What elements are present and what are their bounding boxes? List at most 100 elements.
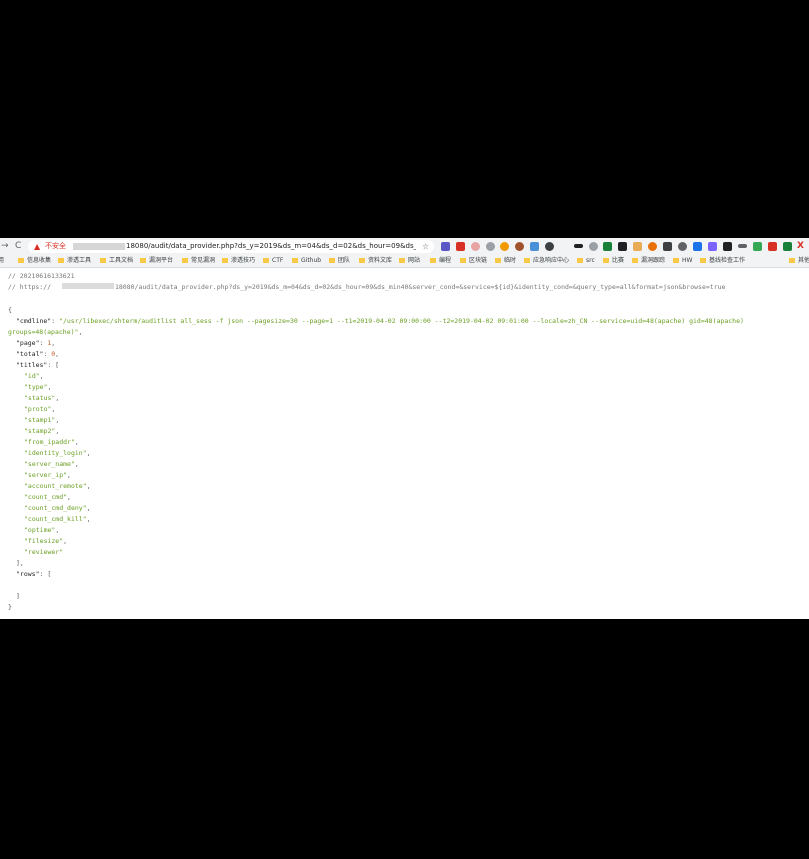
extension-icon[interactable] [574, 244, 583, 248]
close-icon[interactable]: X [797, 240, 804, 252]
bookmark-item[interactable]: 应用 [0, 255, 4, 267]
extension-icon[interactable] [738, 244, 747, 248]
warning-icon: ▲ [34, 242, 41, 251]
extension-icon[interactable] [708, 242, 717, 251]
reload-icon[interactable]: C [15, 240, 21, 252]
cmdline-continuation: groups=48(apache)", [8, 328, 83, 336]
folder-icon [460, 258, 466, 263]
extension-icon[interactable] [471, 242, 480, 251]
extension-icon[interactable] [663, 242, 672, 251]
extension-icon[interactable] [500, 242, 509, 251]
extension-icon[interactable] [678, 242, 687, 251]
extension-icon[interactable] [648, 242, 657, 251]
folder-icon [603, 258, 609, 263]
json-brace: } [8, 603, 12, 611]
bookmark-item[interactable]: 渗透技巧 [222, 255, 255, 267]
folder-icon [182, 258, 188, 263]
title-item: "account_remote", [24, 482, 91, 490]
extension-icon[interactable] [693, 242, 702, 251]
folder-icon [673, 258, 679, 263]
bookmark-item[interactable]: 比赛 [603, 255, 624, 267]
titles-close: ], [16, 559, 24, 567]
extension-icon[interactable] [545, 242, 554, 251]
bookmark-item[interactable]: 资料文库 [359, 255, 392, 267]
bookmark-item[interactable]: 编程 [430, 255, 451, 267]
folder-icon [329, 258, 335, 263]
title-item: "identity_login", [24, 449, 91, 457]
bookmark-item[interactable]: 渗透工具 [58, 255, 91, 267]
bookmark-item[interactable]: 团队 [329, 255, 350, 267]
title-item: "reviewer" [24, 548, 64, 556]
address-bar[interactable]: ▲ 不安全 18080/audit/data_provider.php?ds_y… [28, 240, 434, 253]
bookmark-item[interactable]: 漏洞跟踪 [632, 255, 665, 267]
extension-icon[interactable] [589, 242, 598, 251]
extension-icon[interactable] [783, 242, 792, 251]
bookmark-item[interactable]: 基线检查工作 [700, 255, 745, 267]
folder-icon [18, 258, 24, 263]
folder-icon [140, 258, 146, 263]
bookmark-item[interactable]: 区块链 [460, 255, 487, 267]
bookmark-item[interactable]: 常见漏洞 [182, 255, 215, 267]
title-item: "filesize", [24, 537, 68, 545]
extension-icon[interactable] [603, 242, 612, 251]
folder-icon [524, 258, 530, 263]
bookmark-item[interactable]: src [577, 255, 595, 267]
extension-icon[interactable] [723, 242, 732, 251]
redacted-host [62, 283, 114, 289]
title-item: "stamp2", [24, 427, 60, 435]
title-item: "from_ipaddr", [24, 438, 79, 446]
folder-icon [359, 258, 365, 263]
title-item: "type", [24, 383, 52, 391]
bookmark-item[interactable]: 应急响应中心 [524, 255, 569, 267]
title-item: "count_cmd_deny", [24, 504, 91, 512]
bookmark-item[interactable]: 网站 [399, 255, 420, 267]
extension-icon[interactable] [618, 242, 627, 251]
bookmark-item[interactable]: 工具文档 [100, 255, 133, 267]
security-label[interactable]: 不安全 [45, 240, 66, 253]
title-item: "server_ip", [24, 471, 71, 479]
rows-line: "rows": [ [16, 570, 52, 578]
folder-icon [700, 258, 706, 263]
title-item: "stamp1", [24, 416, 60, 424]
title-item: "id", [24, 372, 44, 380]
bookmark-item[interactable]: 其他 [789, 255, 809, 267]
extension-icon[interactable] [768, 242, 777, 251]
title-item: "count_cmd", [24, 493, 71, 501]
extension-icon[interactable] [633, 242, 642, 251]
bookmark-item[interactable]: 临时 [495, 255, 516, 267]
json-brace: { [8, 306, 12, 314]
extension-icon[interactable] [753, 242, 762, 251]
extension-icon[interactable] [530, 242, 539, 251]
bookmark-item[interactable]: Github [292, 255, 321, 267]
folder-icon [495, 258, 501, 263]
title-item: "count_cmd_kill", [24, 515, 91, 523]
star-icon[interactable]: ☆ [422, 240, 429, 253]
url-text[interactable]: 18080/audit/data_provider.php?ds_y=2019&… [126, 240, 416, 253]
folder-icon [430, 258, 436, 263]
folder-icon [263, 258, 269, 263]
folder-icon [577, 258, 583, 263]
title-item: "optime", [24, 526, 60, 534]
folder-icon [399, 258, 405, 263]
bookmark-item[interactable]: HW [673, 255, 692, 267]
extension-icon[interactable] [456, 242, 465, 251]
redacted-host [73, 243, 125, 250]
titles-line: "titles": [ [16, 361, 60, 369]
folder-icon [632, 258, 638, 263]
extension-icon[interactable] [515, 242, 524, 251]
extension-icon[interactable] [441, 242, 450, 251]
back-arrow-icon[interactable]: → [1, 240, 9, 252]
bookmark-item[interactable]: CTF [263, 255, 283, 267]
title-item: "proto", [24, 405, 56, 413]
extension-icon[interactable] [486, 242, 495, 251]
bookmark-item[interactable]: 信息收集 [18, 255, 51, 267]
json-viewer: // 20210616133621 // https://:18080/audi… [0, 267, 809, 619]
browser-window: → C ▲ 不安全 18080/audit/data_provider.php?… [0, 238, 809, 619]
folder-icon [222, 258, 228, 263]
bookmark-item[interactable]: 漏洞平台 [140, 255, 173, 267]
title-item: "server_name", [24, 460, 79, 468]
page-line: "page": 1, [16, 339, 56, 347]
folder-icon [292, 258, 298, 263]
comment-timestamp: // 20210616133621 [8, 272, 75, 280]
folder-icon [100, 258, 106, 263]
